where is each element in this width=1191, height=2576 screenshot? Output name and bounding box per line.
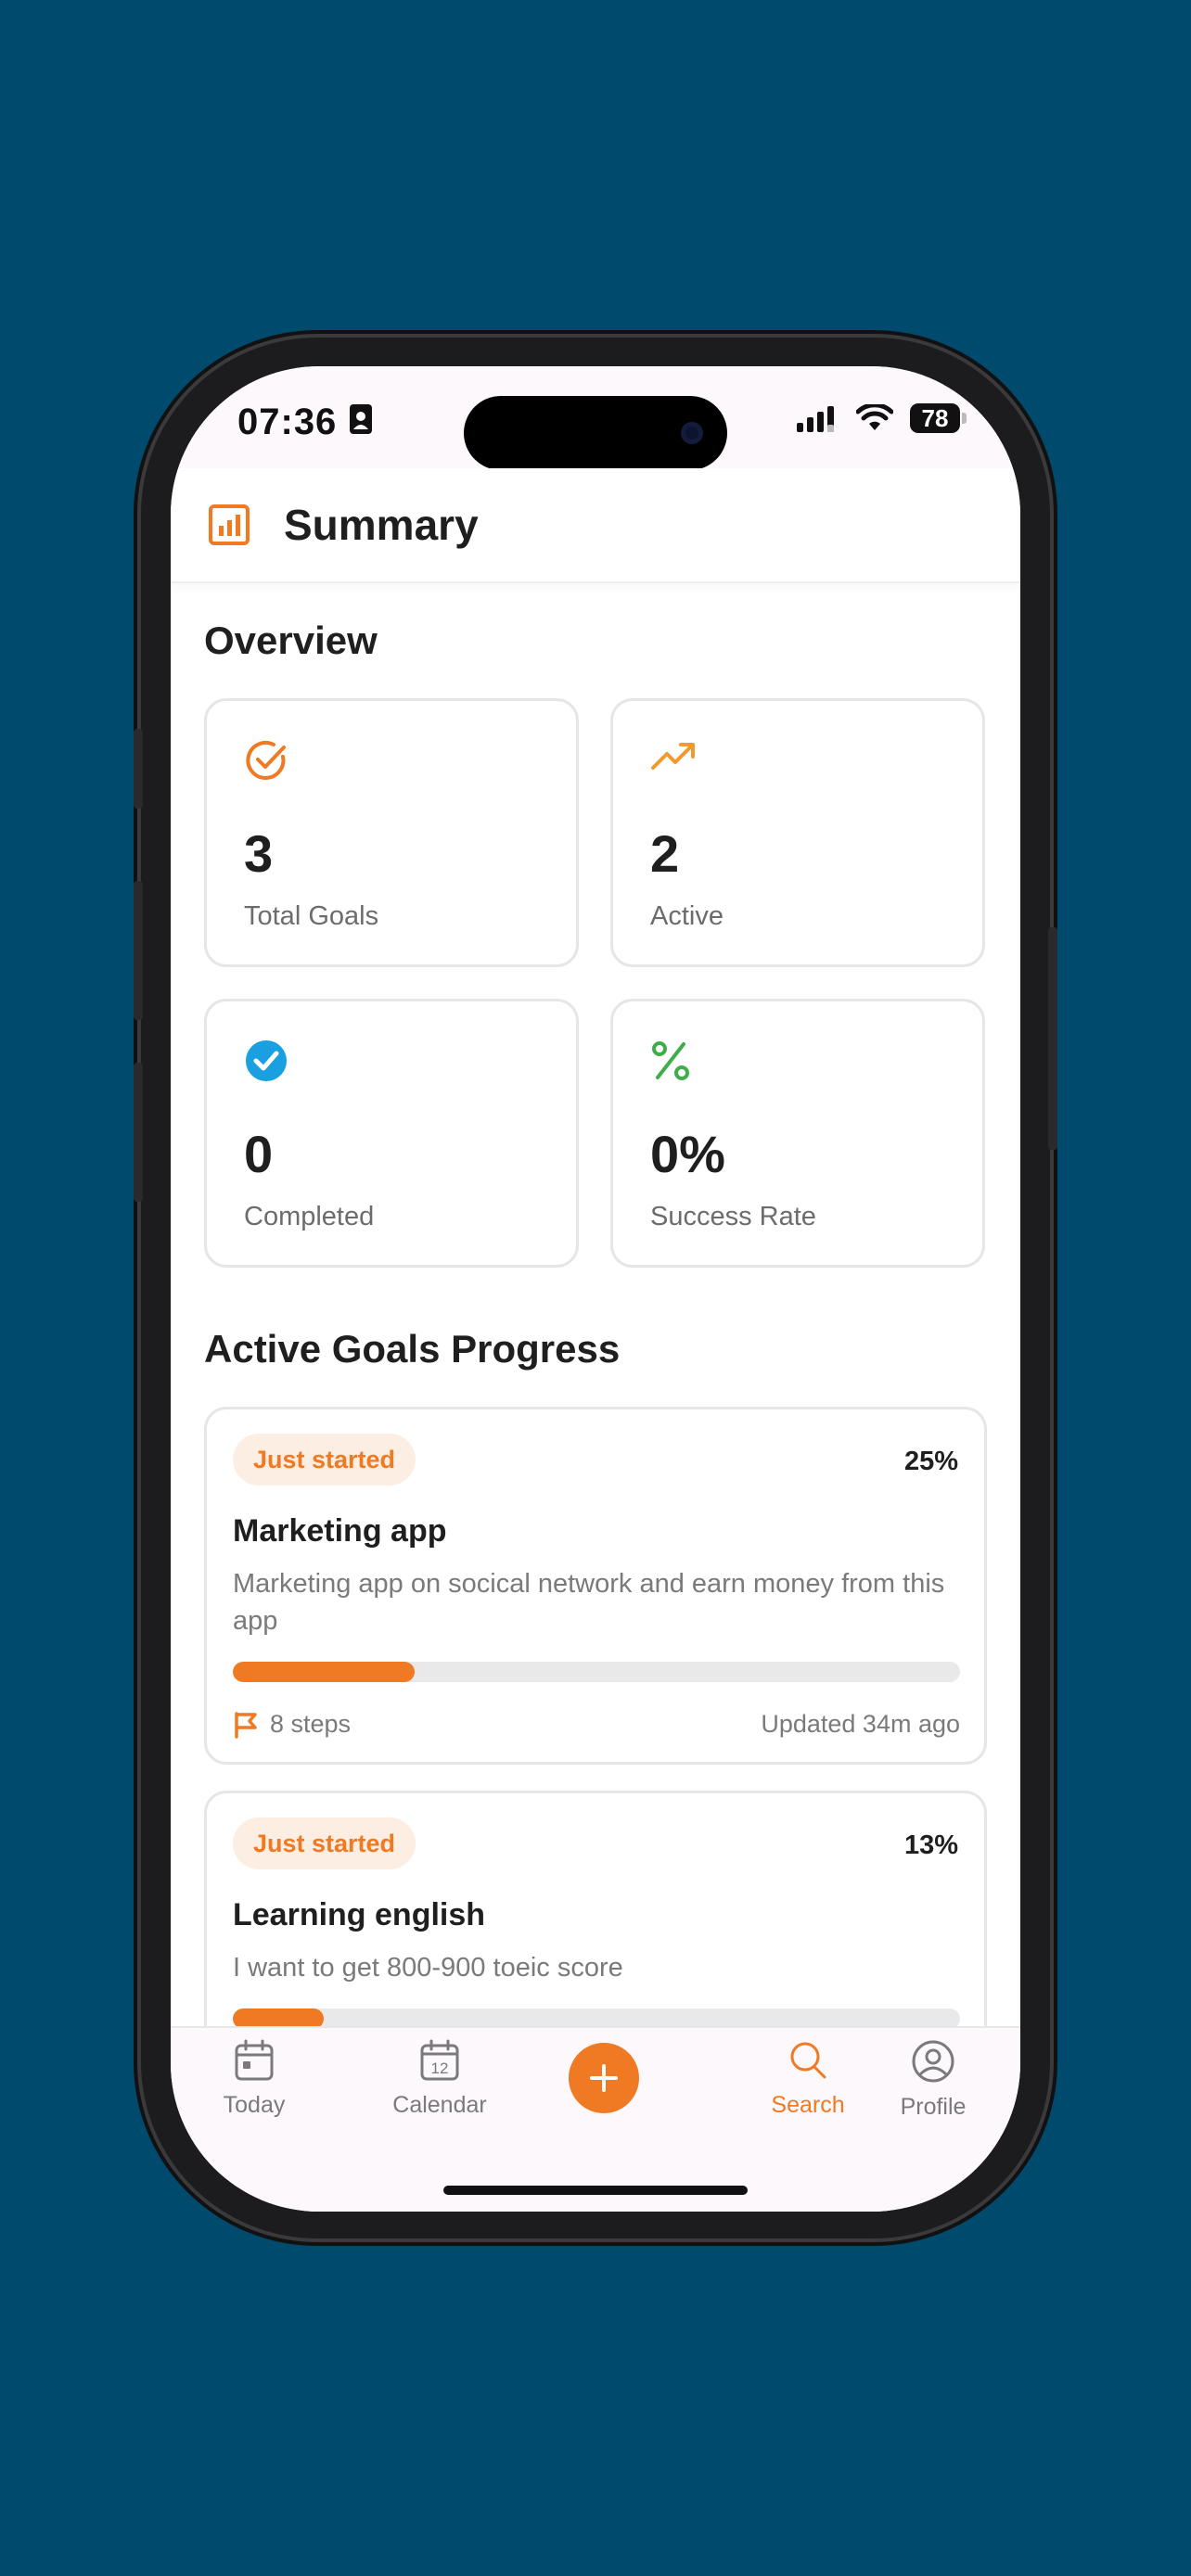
goal-card-learning-english[interactable]: Just started 13% Learning english I want… — [204, 1791, 987, 2026]
goal-progress-bar — [233, 2009, 960, 2026]
stat-card-success-rate[interactable]: 0% Success Rate — [610, 999, 985, 1268]
cellular-signal-icon — [797, 406, 834, 432]
tab-today[interactable]: Today — [180, 2039, 328, 2119]
tab-bar: Today 12 Calendar Search Profile — [171, 2026, 1020, 2212]
goal-updated: Updated 34m ago — [761, 1710, 960, 1738]
page-title: Summary — [284, 501, 479, 549]
stat-label: Success Rate — [650, 1202, 816, 1231]
search-icon — [790, 2042, 826, 2079]
goal-steps-label: 8 steps — [270, 1710, 352, 1738]
stat-value: 2 — [650, 824, 680, 883]
stat-value: 3 — [244, 824, 274, 883]
tab-profile[interactable]: Profile — [859, 2039, 1007, 2121]
status-icons: 78 — [797, 403, 967, 433]
summary-content[interactable]: Overview 3 Total Goals 2 Active 0 Comple… — [171, 581, 1020, 2026]
goal-steps: 8 steps — [233, 1710, 351, 1739]
goal-description: Marketing app on socical network and ear… — [233, 1569, 945, 1636]
status-badge: Just started — [233, 1434, 416, 1486]
goal-card-marketing-app[interactable]: Just started 25% Marketing app Marketing… — [204, 1407, 987, 1765]
volume-up-button — [134, 881, 143, 1020]
contact-card-icon — [350, 404, 372, 434]
calendar-icon: 12 — [420, 2039, 459, 2081]
status-time: 07:36 — [237, 402, 338, 442]
wifi-icon — [856, 404, 893, 430]
battery-tip — [962, 413, 967, 424]
goal-progress-fill — [233, 2009, 324, 2026]
dynamic-island — [464, 396, 727, 470]
status-badge: Just started — [233, 1817, 416, 1869]
stat-label: Active — [650, 901, 724, 931]
goal-percent: 25% — [903, 1447, 958, 1476]
calendar-date: 12 — [431, 2060, 449, 2077]
app-header: Summary — [171, 468, 1020, 583]
stat-label: Total Goals — [244, 901, 379, 931]
stat-label: Completed — [244, 1202, 375, 1231]
home-indicator[interactable] — [443, 2186, 748, 2195]
goal-progress-bar — [233, 1662, 960, 1682]
power-button — [1048, 927, 1057, 1150]
user-circle-icon — [912, 2040, 954, 2083]
volume-down-button — [134, 1063, 143, 1202]
phone-screen: 07:36 78 Summary Overview 3 Total Goals … — [171, 366, 1020, 2212]
trending-up-icon — [651, 743, 695, 770]
active-goals-title: Active Goals Progress — [204, 1327, 621, 1371]
tab-calendar[interactable]: 12 Calendar — [365, 2039, 514, 2119]
goal-description: I want to get 800-900 toeic score — [233, 1953, 623, 1983]
stat-card-completed[interactable]: 0 Completed — [204, 999, 579, 1268]
calendar-day-icon — [235, 2039, 274, 2081]
plus-icon — [590, 2064, 618, 2092]
battery-level: 78 — [910, 403, 960, 433]
tab-label: Profile — [900, 2094, 967, 2120]
tab-label: Today — [223, 2092, 286, 2118]
overview-title: Overview — [204, 618, 378, 662]
front-camera — [681, 422, 703, 444]
mute-switch — [134, 729, 143, 809]
tab-label: Calendar — [392, 2092, 487, 2118]
goal-footer: 8 steps Updated 34m ago — [233, 1706, 960, 1743]
flag-icon — [235, 1711, 257, 1739]
check-badge-icon — [246, 1040, 287, 1081]
stat-value: 0 — [244, 1125, 274, 1183]
add-goal-button[interactable] — [569, 2043, 639, 2113]
stat-value: 0% — [650, 1125, 725, 1183]
battery-indicator: 78 — [910, 403, 967, 433]
status-bar: 07:36 78 — [171, 366, 1020, 470]
bar-chart-icon — [209, 504, 250, 545]
stat-card-total-goals[interactable]: 3 Total Goals — [204, 698, 579, 967]
check-circle-icon — [246, 741, 286, 780]
percent-icon — [652, 1041, 689, 1080]
goal-percent: 13% — [903, 1830, 958, 1860]
stat-card-active[interactable]: 2 Active — [610, 698, 985, 967]
goal-title: Marketing app — [233, 1513, 447, 1549]
goal-title: Learning english — [233, 1897, 486, 1932]
goal-progress-fill — [233, 1662, 415, 1682]
